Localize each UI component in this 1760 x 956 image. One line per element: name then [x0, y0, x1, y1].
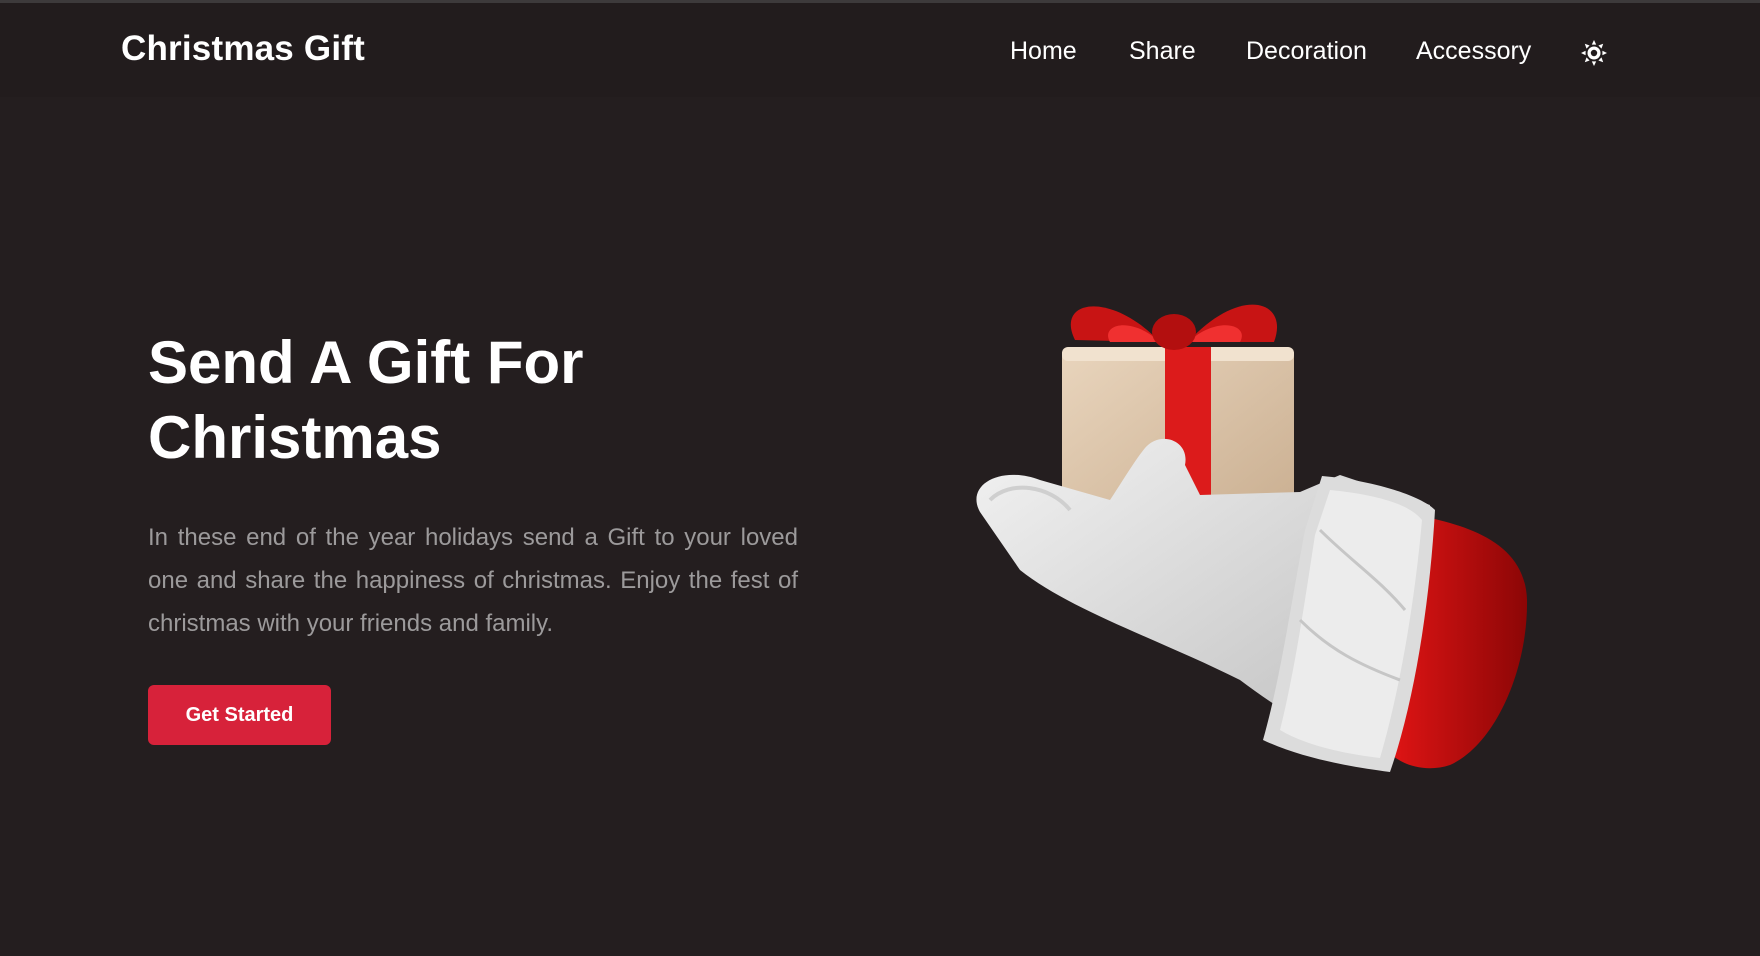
hero-title: Send A Gift For Christmas: [148, 329, 584, 471]
nav-accessory[interactable]: Accessory: [1416, 37, 1531, 66]
nav-share[interactable]: Share: [1129, 37, 1196, 66]
santa-hand-gift-illustration: [960, 280, 1540, 780]
sun-icon[interactable]: [1580, 39, 1608, 67]
hero-description: In these end of the year holidays send a…: [148, 524, 798, 637]
get-started-button[interactable]: Get Started: [148, 685, 331, 745]
site-header: Christmas Gift Home Share Decoration Acc…: [0, 3, 1760, 97]
nav-home[interactable]: Home: [1010, 37, 1077, 66]
site-logo[interactable]: Christmas Gift: [121, 29, 365, 69]
nav-decoration[interactable]: Decoration: [1246, 37, 1367, 66]
